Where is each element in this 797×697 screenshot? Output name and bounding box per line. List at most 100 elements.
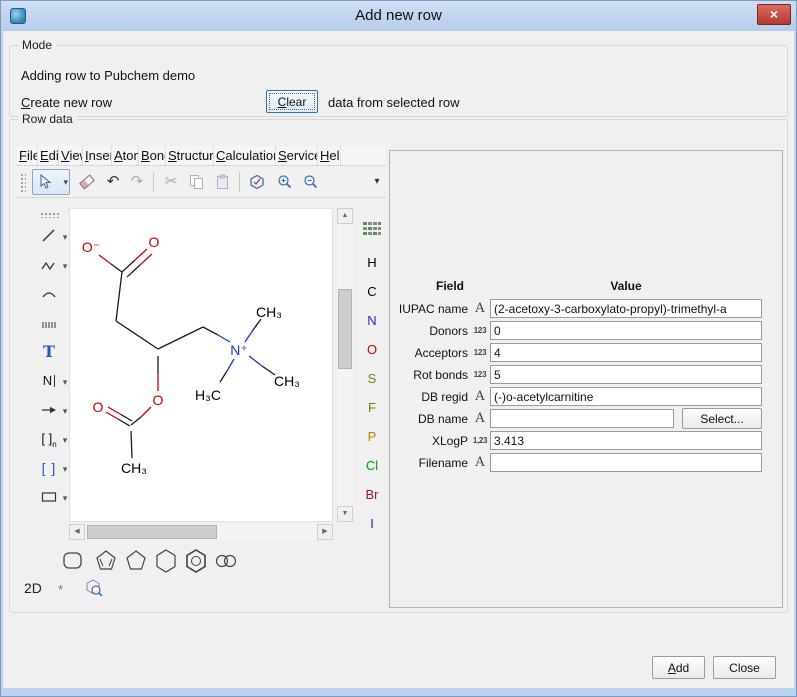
copy-icon [189,174,205,190]
element-button-br[interactable]: Br [360,485,384,505]
row-data-group: Row data File Edit View Insert Atom Bond… [9,119,788,613]
titlebar[interactable]: Add new row × [1,1,796,31]
text-tool-button[interactable]: T [36,340,62,364]
bracket-icon: [ ] [42,460,57,476]
zoom-out-button[interactable] [299,170,323,194]
atom-label: N⁺ [230,342,248,358]
filename-input[interactable] [490,453,762,472]
scroll-left-icon[interactable]: ◀ [69,524,85,540]
structure-check-status-button[interactable] [84,578,104,598]
db-name-input[interactable] [490,409,674,428]
copy-button[interactable] [185,170,209,194]
chevron-down-icon: ▾ [374,176,379,187]
vertical-scrollbar[interactable]: ▲ ▼ [337,208,353,522]
repeat-group-tool-button[interactable]: [ ]n [36,427,62,451]
chain-tool-button[interactable] [36,253,62,277]
hatch-tool-button[interactable] [36,311,62,335]
create-new-row-label: Create new row [21,95,112,110]
atom-label-tool-button[interactable]: N [36,369,62,393]
menu-item-services[interactable]: Services [276,146,318,165]
reaction-arrow-icon [40,401,58,419]
field-row-xlogp: XLogP 1,23 [394,431,780,451]
acceptors-input[interactable] [490,343,762,362]
select-db-button[interactable]: Select... [682,408,762,429]
periodic-table-icon [362,220,382,238]
horizontal-scrollbar-thumb[interactable] [87,525,217,539]
bond-tool-button[interactable] [36,224,62,248]
field-row-iupac-name: IUPAC name A [394,299,780,319]
atom-label: CH₃ [121,460,147,476]
template-ring-button-1[interactable] [59,548,87,574]
clear-button[interactable]: Clear [266,90,318,113]
iupac-name-input[interactable] [490,299,762,318]
structure-canvas[interactable]: O⁻ O CH₃ N⁺ CH₃ H₃C O O CH₃ [69,208,333,522]
donors-input[interactable] [490,321,762,340]
vertical-scrollbar-thumb[interactable] [338,289,352,369]
element-button-i[interactable]: I [360,514,384,534]
redo-button[interactable]: ↷ [125,170,149,194]
element-button-h[interactable]: H [360,253,384,273]
field-label: DB name [394,412,468,426]
element-button-o[interactable]: O [360,340,384,360]
palette-grip[interactable] [40,212,60,218]
scroll-down-icon[interactable]: ▼ [337,506,353,522]
field-row-db-name: DB name A Select... [394,409,780,429]
arc-tool-button[interactable] [36,282,62,306]
menu-item-bond[interactable]: Bond [139,146,166,165]
menu-item-view[interactable]: View [59,146,83,165]
sketch-toolbar: ▾ ↶ ↷ ✂ [17,167,385,198]
menu-item-file[interactable]: File [17,146,38,165]
benzene-icon [182,548,210,574]
horizontal-scrollbar[interactable]: ◀ ▶ [69,524,333,540]
scroll-up-icon[interactable]: ▲ [337,208,353,224]
undo-button[interactable]: ↶ [101,170,125,194]
element-button-f[interactable]: F [360,398,384,418]
zoom-in-button[interactable] [273,170,297,194]
menu-item-calculations[interactable]: Calculations [214,146,276,165]
menu-item-atom[interactable]: Atom [112,146,139,165]
rot-bonds-input[interactable] [490,365,762,384]
template-cyclopentadiene-button[interactable] [92,548,120,574]
element-button-n[interactable]: N [360,311,384,331]
cut-button[interactable]: ✂ [159,170,183,194]
menu-item-insert[interactable]: Insert [83,146,112,165]
rectangle-tool-button[interactable] [36,485,62,509]
cyclohexane-icon [152,548,180,574]
menu-item-edit[interactable]: Edit [38,146,59,165]
element-button-p[interactable]: P [360,427,384,447]
template-fused-rings-button[interactable] [212,548,240,574]
undo-icon: ↶ [107,173,120,190]
value-column-header: Value [490,279,762,293]
eraser-button[interactable] [75,170,99,194]
field-row-db-regid: DB regid A [394,387,780,407]
periodic-table-button[interactable] [362,220,382,238]
menu-item-structure[interactable]: Structure [166,146,214,165]
paste-button[interactable] [211,170,235,194]
select-tool-button[interactable]: ▾ [32,169,70,195]
atom-label: O⁻ [82,239,100,255]
toolbar-overflow-button[interactable]: ▾ [365,170,389,194]
close-button[interactable]: Close [713,656,776,679]
scroll-right-icon[interactable]: ▶ [317,524,333,540]
element-button-s[interactable]: S [360,369,384,389]
db-regid-input[interactable] [490,387,762,406]
add-button[interactable]: Add [652,656,705,679]
mode-status-text: Adding row to Pubchem demo [21,68,195,83]
close-icon[interactable]: × [757,4,791,25]
template-cyclopentane-button[interactable] [122,548,150,574]
bracket-tool-button[interactable]: [ ] [36,456,62,480]
menu-item-help[interactable]: Help [318,146,341,165]
template-benzene-button[interactable] [182,548,210,574]
template-cyclohexane-button[interactable] [152,548,180,574]
element-button-c[interactable]: C [360,282,384,302]
xlogp-input[interactable] [490,431,762,450]
toolbar-grip[interactable] [20,173,26,192]
element-button-cl[interactable]: Cl [360,456,384,476]
arrow-tool-button[interactable] [36,398,62,422]
check-structure-button[interactable] [245,170,269,194]
atom-label: H₃C [195,387,221,403]
clear-suffix-text: data from selected row [328,95,460,110]
dimension-toggle[interactable]: 2D [24,580,42,596]
element-palette: H C N O S F P Cl Br I [358,208,386,540]
row-data-group-label: Row data [18,112,77,126]
